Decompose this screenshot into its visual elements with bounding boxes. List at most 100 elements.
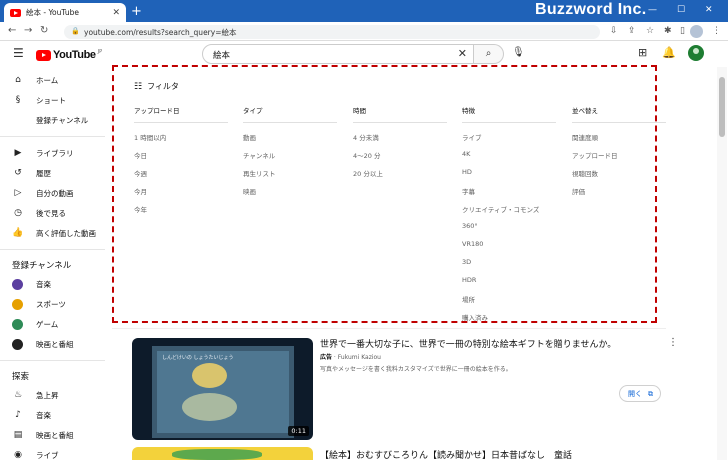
microphone-icon[interactable]: 🎙 xyxy=(512,47,525,58)
filter-option[interactable]: 字幕 xyxy=(462,186,556,204)
home-icon: ⌂ xyxy=(15,75,21,85)
share-icon[interactable]: ⇪ xyxy=(628,26,636,36)
live-icon: ◉ xyxy=(14,450,22,460)
youtube-play-logo-icon xyxy=(36,49,51,61)
filter-column: 特徴 ライブ 4K HD 字幕 クリエイティブ・コモンズ 360° VR180 3D HDR 場所購… xyxy=(462,105,556,330)
clear-search-icon[interactable]: ✕ xyxy=(458,47,467,60)
maximize-icon[interactable]: ☐ xyxy=(677,5,685,15)
search-button[interactable]: ⌕ xyxy=(474,44,504,64)
filter-option[interactable]: チャンネル xyxy=(243,150,337,168)
create-video-icon[interactable]: ⊞ xyxy=(638,46,647,59)
filter-option[interactable]: 360° xyxy=(462,222,556,240)
page-scrollbar[interactable] xyxy=(717,67,727,460)
bookmark-star-icon[interactable]: ☆ xyxy=(646,26,654,36)
sidebar-item[interactable]: ◉ ライブ xyxy=(0,445,110,465)
filter-column-heading: 時間 xyxy=(353,105,447,123)
sidebar-item-label: 音楽 xyxy=(36,410,51,420)
sidebar-item[interactable]: ♨ 急上昇 xyxy=(0,385,110,405)
close-window-icon[interactable]: ✕ xyxy=(705,5,713,15)
filter-option[interactable]: 今月 xyxy=(134,186,228,204)
filter-header[interactable]: ☷ フィルタ xyxy=(134,81,179,92)
filter-option[interactable]: VR180 xyxy=(462,240,556,258)
extensions-icon[interactable]: ✱ xyxy=(664,26,672,36)
filter-option[interactable]: 今日 xyxy=(134,150,228,168)
sidebar-item[interactable]: ▷ 自分の動画 xyxy=(0,183,110,203)
search-icon: ⌕ xyxy=(485,48,492,59)
advertiser-name[interactable]: Fukumi Kaziou xyxy=(338,354,381,361)
sidebar-item[interactable]: 登録チャンネル xyxy=(0,110,110,130)
filter-option[interactable]: 3D xyxy=(462,258,556,276)
forward-icon[interactable]: → xyxy=(24,25,32,36)
open-ad-button[interactable]: 開く ⧉ xyxy=(619,385,661,402)
sidebar-item[interactable]: § ショート xyxy=(0,90,110,110)
sidebar-item[interactable]: 音楽 xyxy=(0,274,110,294)
filter-option[interactable]: 視聴回数 xyxy=(572,168,666,186)
youtube-logo[interactable]: YouTube JP xyxy=(36,49,102,61)
sidebar-item[interactable]: ⌂ ホーム xyxy=(0,70,110,90)
browser-titlebar: 絵本 - YouTube ✕ + Buzzword Inc. — ☐ ✕ xyxy=(0,0,728,22)
filter-option[interactable]: 今週 xyxy=(134,168,228,186)
filter-option[interactable]: ライブ xyxy=(462,132,556,150)
minimize-icon[interactable]: — xyxy=(648,5,657,15)
filter-option[interactable]: 20 分以上 xyxy=(353,168,447,186)
sidebar-item[interactable]: ゲーム xyxy=(0,314,110,334)
video-title[interactable]: 世界で一番大切な子に、世界で一冊の特別な絵本ギフトを贈りませんか。 xyxy=(320,337,616,350)
sidebar-item-label: 自分の動画 xyxy=(36,188,74,198)
filter-option[interactable]: HDR xyxy=(462,276,556,294)
install-icon[interactable]: ⇩ xyxy=(610,26,618,36)
sidebar-item[interactable]: ♪ 音楽 xyxy=(0,405,110,425)
sidebar-item[interactable]: ◷ 後で見る xyxy=(0,203,110,223)
notifications-bell-icon[interactable]: 🔔 xyxy=(662,46,676,59)
filter-option[interactable]: 1 時間以内 xyxy=(134,132,228,150)
filter-option[interactable]: 映画 xyxy=(243,186,337,204)
url-field[interactable]: 🔒 youtube.com/results?search_query=絵本 xyxy=(64,25,600,39)
sidebar-item[interactable]: 映画と番組 xyxy=(0,334,110,354)
url-text: youtube.com/results?search_query=絵本 xyxy=(84,28,237,37)
sidepanel-icon[interactable]: ▯ xyxy=(680,26,685,36)
sidebar-divider xyxy=(0,136,105,137)
filter-option[interactable]: 関連度順 xyxy=(572,132,666,150)
hamburger-menu-icon[interactable]: ☰ xyxy=(13,46,24,60)
filter-option[interactable]: 4～20 分 xyxy=(353,150,447,168)
filter-option[interactable]: 4 分未満 xyxy=(353,132,447,150)
more-actions-icon[interactable]: ⋮ xyxy=(668,337,678,348)
sidebar-item-label: 登録チャンネル xyxy=(36,115,89,125)
channel-avatar xyxy=(12,318,23,330)
sidebar-item[interactable]: ▤ 映画と番組 xyxy=(0,425,110,445)
account-avatar[interactable] xyxy=(688,45,704,61)
search-input[interactable]: 絵本 ✕ xyxy=(202,44,474,64)
filter-option[interactable]: 評価 xyxy=(572,186,666,204)
thumbnail-character xyxy=(182,393,237,421)
sidebar-item-label: 履歴 xyxy=(36,168,51,178)
scrollbar-thumb[interactable] xyxy=(719,77,725,137)
new-tab-button[interactable]: + xyxy=(131,4,142,19)
reload-icon[interactable]: ↻ xyxy=(40,25,48,36)
sidebar-item[interactable]: ↺ 履歴 xyxy=(0,163,110,183)
sidebar-item[interactable]: スポーツ xyxy=(0,294,110,314)
filter-option[interactable]: クリエイティブ・コモンズ xyxy=(462,204,556,222)
music-icon: ♪ xyxy=(15,410,21,420)
browser-profile-avatar[interactable] xyxy=(690,25,703,38)
filter-option[interactable]: アップロード日 xyxy=(572,150,666,168)
video-thumbnail-2[interactable] xyxy=(132,447,313,460)
browser-menu-icon[interactable]: ⋮ xyxy=(712,26,721,36)
back-icon[interactable]: ← xyxy=(8,25,16,36)
sidebar: ⌂ ホーム § ショート登録チャンネル ▶ ライブラリ ↺ 履歴 ▷ 自分の動画 ◷ 後で見る 👍 高く評… xyxy=(0,70,110,465)
sidebar-item-label: 映画と番組 xyxy=(36,430,74,440)
filter-option[interactable]: 4K xyxy=(462,150,556,168)
sidebar-item-label: ライブ xyxy=(36,450,59,460)
video-title-2[interactable]: 【絵本】おむすびころりん【読み聞かせ】日本昔ばなし 童話 xyxy=(320,448,572,461)
filter-option[interactable]: HD xyxy=(462,168,556,186)
filter-option[interactable]: 場所 xyxy=(462,294,556,312)
sidebar-item-label: ライブラリ xyxy=(36,148,74,158)
sidebar-item[interactable]: 👍 高く評価した動画 xyxy=(0,223,110,243)
filter-option[interactable]: 今年 xyxy=(134,204,228,222)
filter-option[interactable]: 再生リスト xyxy=(243,168,337,186)
browser-tab[interactable]: 絵本 - YouTube ✕ xyxy=(4,3,126,22)
filter-option[interactable]: 動画 xyxy=(243,132,337,150)
video-thumbnail[interactable]: しんどけいの しょうたいじょう 0:11 xyxy=(132,338,313,440)
sidebar-item[interactable]: ▶ ライブラリ xyxy=(0,143,110,163)
tab-close-icon[interactable]: ✕ xyxy=(112,8,120,18)
thumbnail-moon xyxy=(192,363,227,388)
filter-column-heading: アップロード日 xyxy=(134,105,228,123)
